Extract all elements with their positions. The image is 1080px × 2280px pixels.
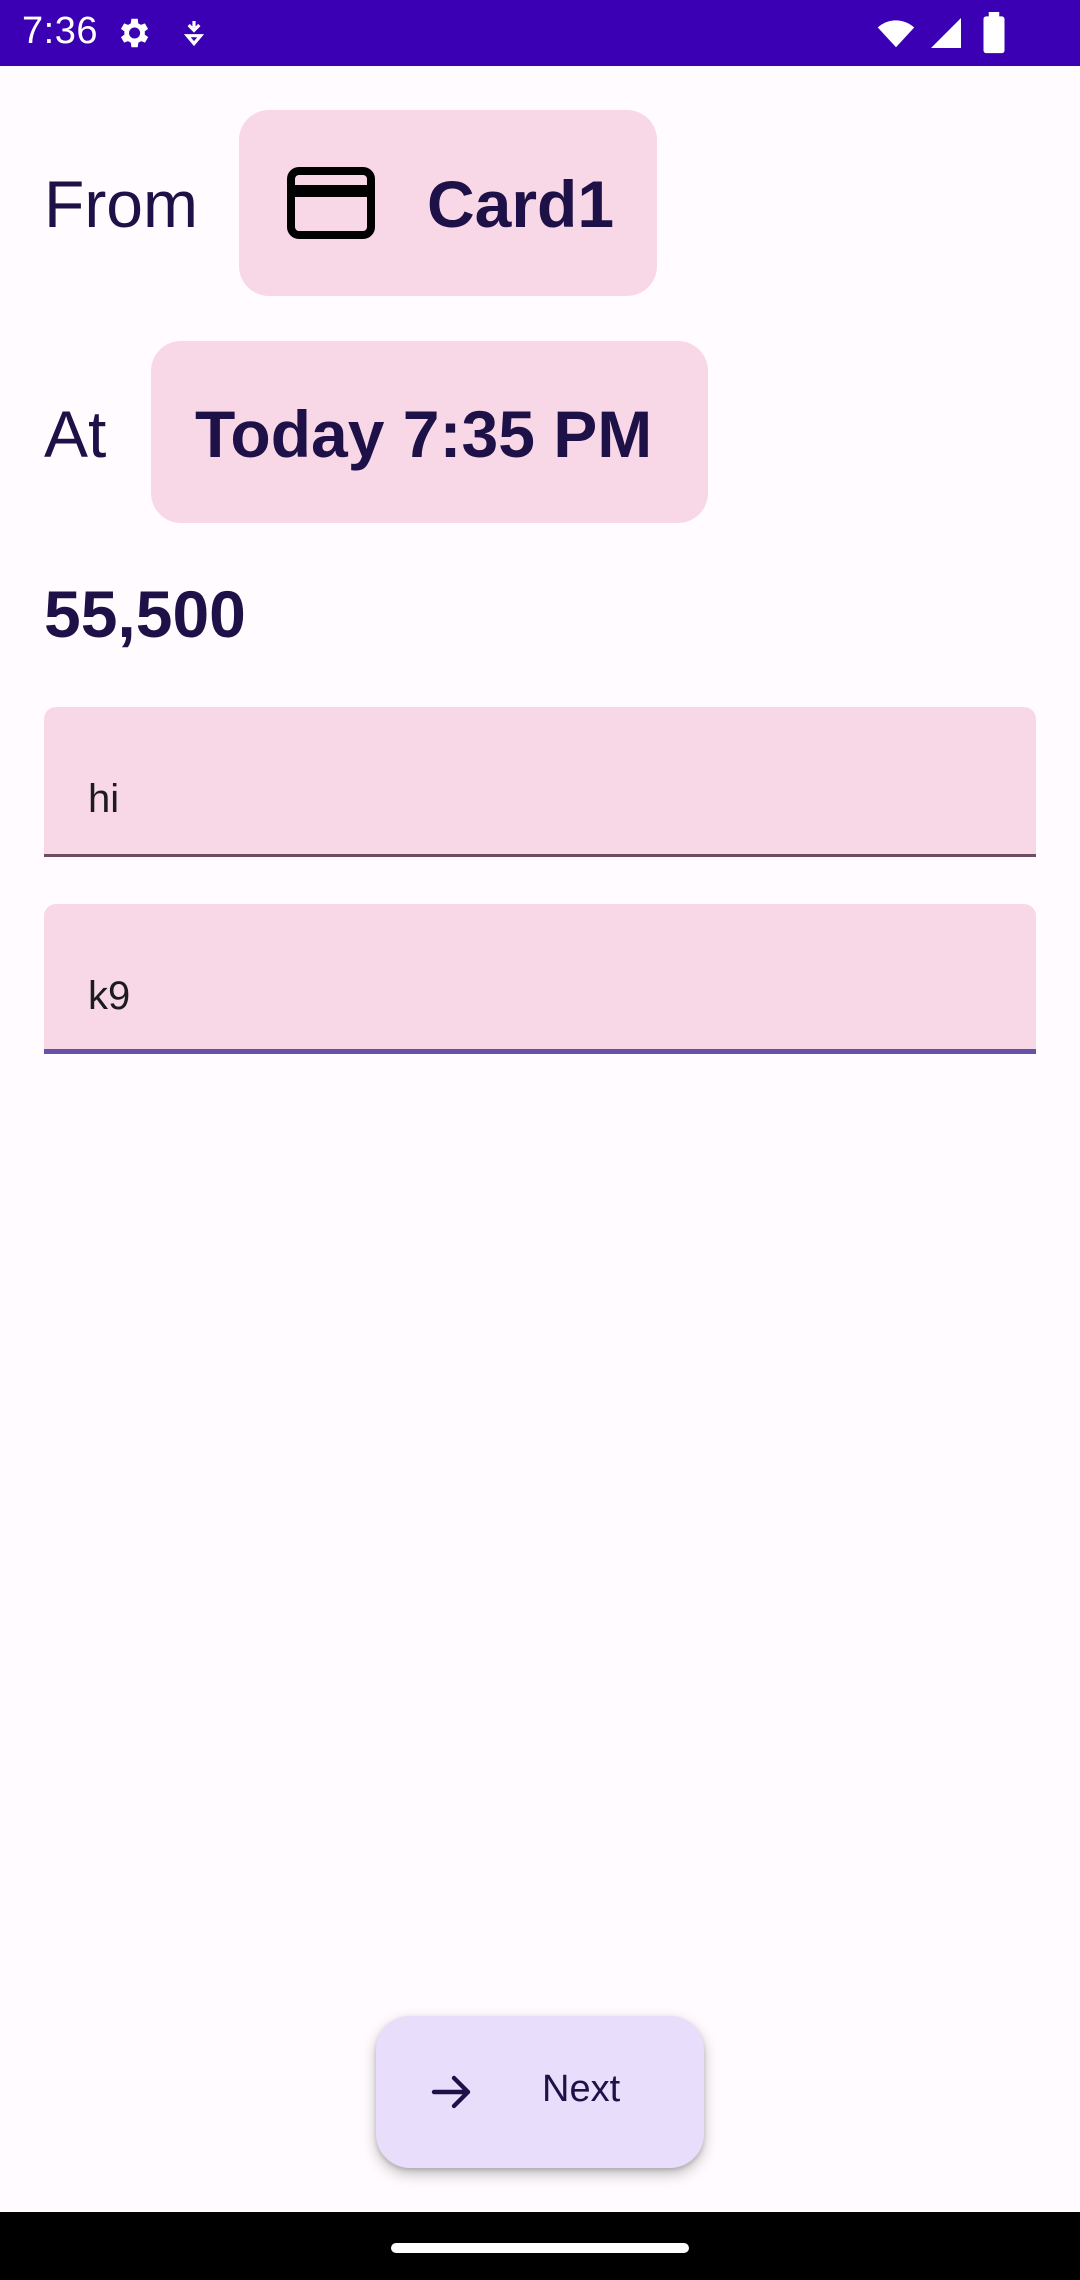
next-button[interactable]: Next <box>376 2016 704 2168</box>
at-label: At <box>44 397 107 471</box>
battery-icon <box>983 12 1005 54</box>
note-field[interactable]: hi <box>44 707 1036 857</box>
datetime-value: Today 7:35 PM <box>195 397 653 471</box>
credit-card-icon <box>287 167 375 239</box>
status-time: 7:36 <box>22 10 98 52</box>
navigation-bar <box>0 2212 1080 2280</box>
settings-icon <box>120 18 149 48</box>
tag-field-value: k9 <box>88 974 131 1018</box>
tag-field[interactable]: k9 <box>44 904 1036 1054</box>
status-bar: 7:36 <box>0 0 1080 66</box>
card-name: Card1 <box>427 167 615 241</box>
wifi-icon <box>877 20 915 48</box>
next-button-label: Next <box>542 2068 621 2110</box>
datetime-selector-button[interactable]: Today 7:35 PM <box>151 341 708 523</box>
amount-value[interactable]: 55,500 <box>44 576 246 652</box>
notification-icon <box>183 21 205 47</box>
arrow-forward-icon <box>431 2075 471 2109</box>
from-label: From <box>44 167 198 241</box>
card-selector-button[interactable]: Card1 <box>239 110 657 296</box>
signal-icon <box>931 18 961 48</box>
note-field-value: hi <box>88 777 120 821</box>
home-gesture-handle[interactable] <box>391 2243 689 2253</box>
